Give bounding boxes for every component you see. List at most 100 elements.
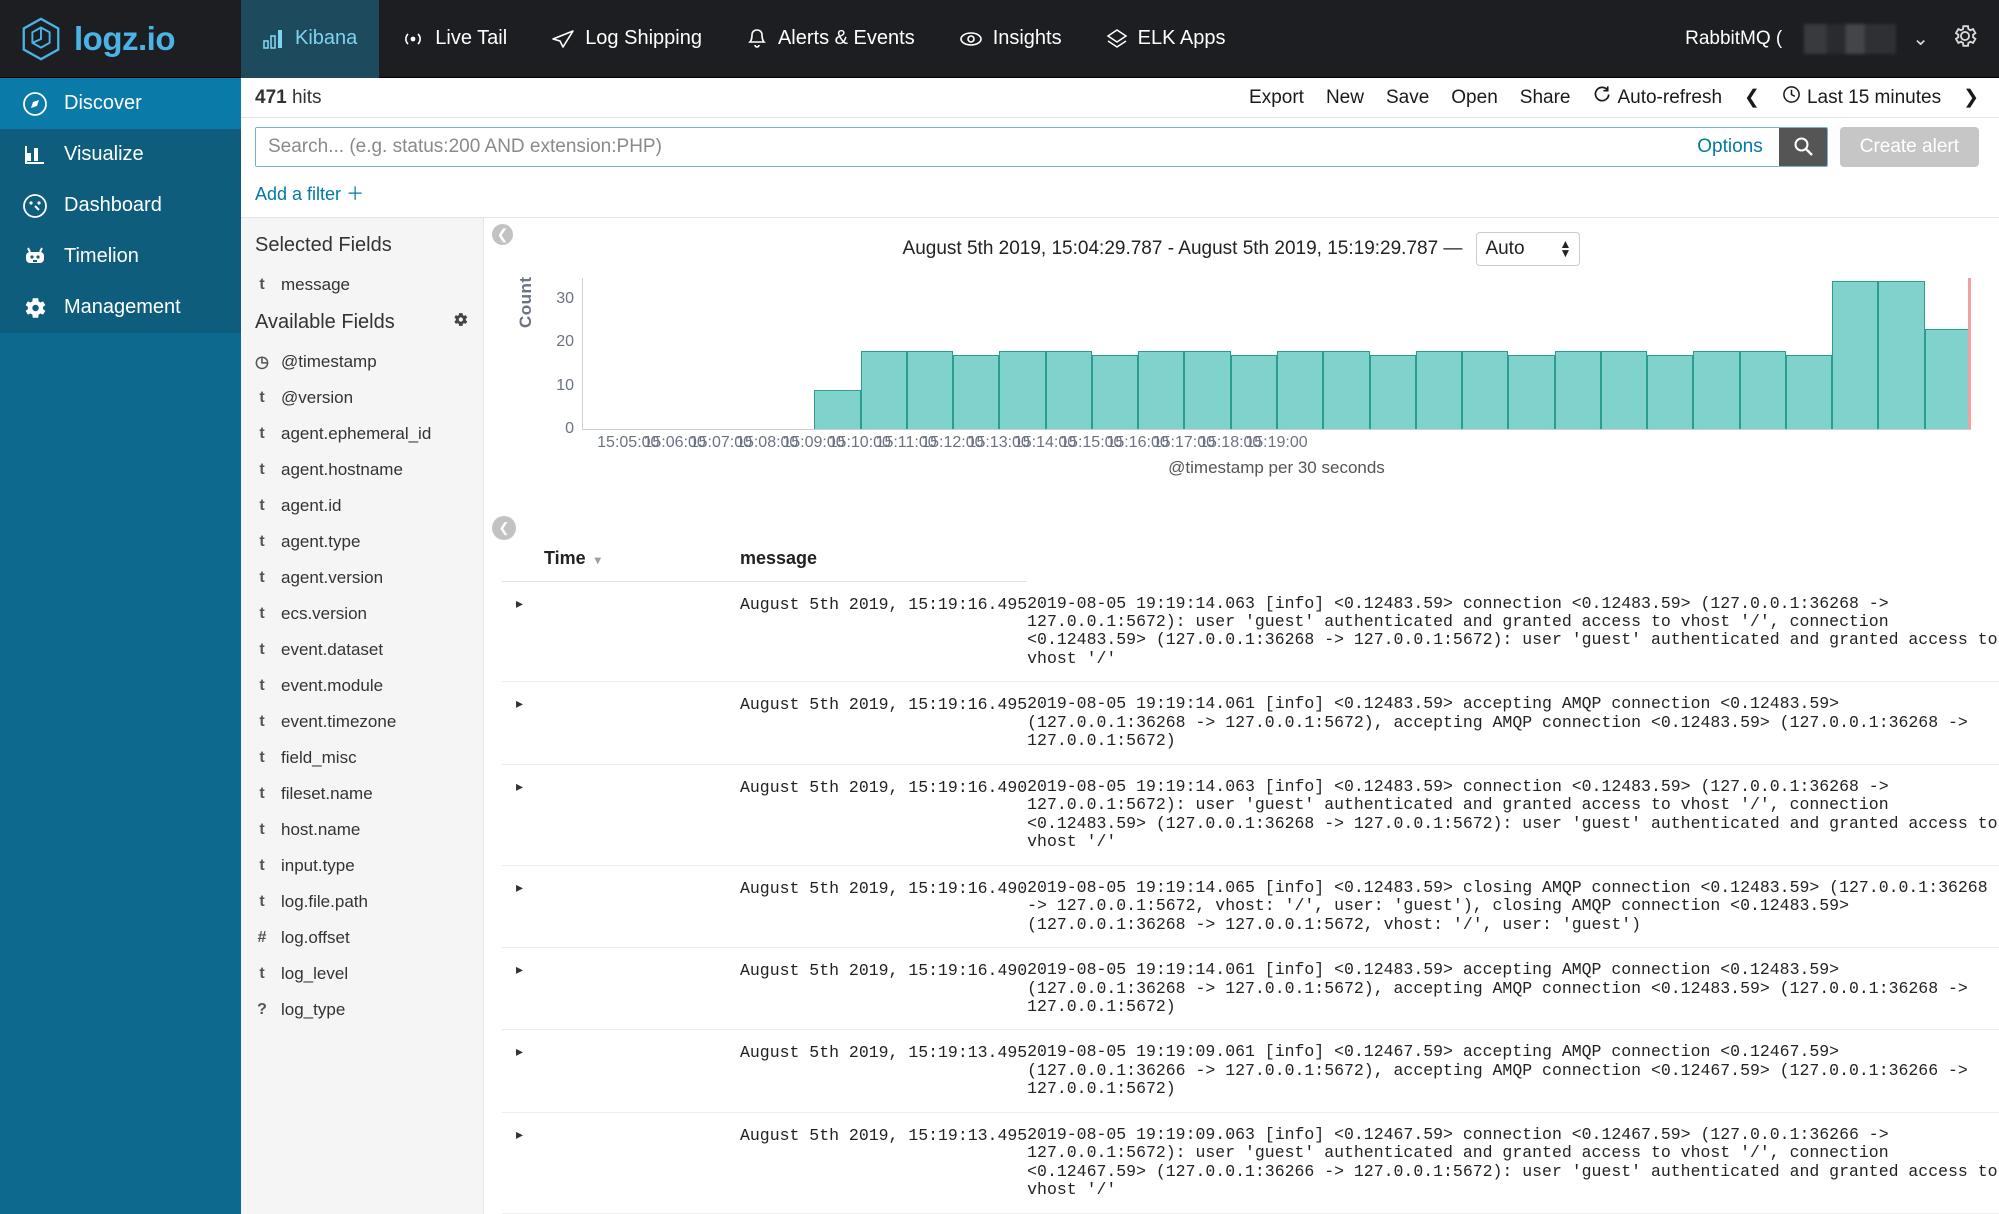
- row-expand-toggle[interactable]: ▸: [502, 681, 740, 765]
- table-row[interactable]: ▸ August 5th 2019, 15:19:16.490 2019-08-05…: [502, 947, 1999, 1031]
- gear-icon[interactable]: [1951, 22, 1979, 55]
- field-item-message[interactable]: t message: [255, 267, 483, 303]
- account-selector[interactable]: RabbitMQ ( ⌄: [1685, 23, 1943, 54]
- nav-item-insights[interactable]: Insights: [937, 0, 1084, 78]
- histogram-bar[interactable]: [1924, 329, 1971, 429]
- time-next-button[interactable]: ❯: [1963, 86, 1979, 109]
- gear-icon[interactable]: [452, 311, 469, 334]
- logzio-brand[interactable]: logz.io: [0, 0, 241, 78]
- auto-refresh-button[interactable]: Auto-refresh: [1592, 85, 1722, 110]
- histogram-bar[interactable]: [1230, 355, 1277, 429]
- table-row[interactable]: ▸ August 5th 2019, 15:19:16.495 2019-08-05…: [502, 581, 1999, 683]
- field-item-event-dataset[interactable]: t event.dataset: [255, 632, 483, 668]
- field-item-ecs-version[interactable]: t ecs.version: [255, 596, 483, 632]
- field-item-agent-id[interactable]: t agent.id: [255, 488, 483, 524]
- field-item-agent-hostname[interactable]: t agent.hostname: [255, 452, 483, 488]
- field-item-agent-version[interactable]: t agent.version: [255, 560, 483, 596]
- table-row[interactable]: ▸ August 5th 2019, 15:19:13.495 2019-08-05…: [502, 1029, 1999, 1113]
- interval-select[interactable]: Auto ▲ ▼: [1476, 232, 1581, 266]
- column-header-message[interactable]: message: [740, 548, 1028, 582]
- row-expand-toggle[interactable]: ▸: [502, 1029, 740, 1113]
- histogram-bar[interactable]: [1739, 350, 1786, 429]
- new-button[interactable]: New: [1326, 87, 1364, 109]
- cell-time: August 5th 2019, 15:19:13.495: [740, 1112, 1028, 1214]
- histogram-bar[interactable]: [860, 350, 907, 429]
- field-item-log-file-path[interactable]: t log.file.path: [255, 884, 483, 920]
- histogram-bar[interactable]: [1091, 355, 1139, 429]
- search-input[interactable]: [256, 128, 1682, 166]
- add-filter-button[interactable]: Add a filter ＋: [255, 184, 364, 204]
- field-item-fileset-name[interactable]: t fileset.name: [255, 776, 483, 812]
- histogram-bar[interactable]: [1415, 350, 1463, 429]
- search-options-button[interactable]: Options: [1681, 136, 1778, 158]
- field-item-field-misc[interactable]: t field_misc: [255, 740, 483, 776]
- row-expand-toggle[interactable]: ▸: [502, 581, 740, 683]
- nav-item-elk-apps[interactable]: ELK Apps: [1084, 0, 1248, 78]
- histogram-bar[interactable]: [1462, 350, 1509, 429]
- histogram-bar[interactable]: [1600, 350, 1648, 429]
- histogram-bars[interactable]: [583, 278, 1971, 429]
- histogram-bar[interactable]: [999, 350, 1046, 429]
- field-item-log-offset[interactable]: # log.offset: [255, 920, 483, 956]
- column-header-time[interactable]: Time ▾: [502, 548, 740, 582]
- histogram-bar[interactable]: [1554, 350, 1601, 429]
- sidebar-item-visualize[interactable]: Visualize: [0, 129, 241, 180]
- histogram-bar[interactable]: [953, 355, 1000, 429]
- histogram-bar[interactable]: [1693, 350, 1740, 429]
- export-button[interactable]: Export: [1249, 87, 1304, 109]
- histogram-bar[interactable]: [1138, 350, 1185, 429]
- histogram-bar[interactable]: [1785, 355, 1833, 429]
- chevron-left-icon[interactable]: ❮: [492, 224, 513, 245]
- field-item--version[interactable]: t @version: [255, 380, 483, 416]
- field-item-event-module[interactable]: t event.module: [255, 668, 483, 704]
- sidebar-item-timelion[interactable]: Timelion: [0, 231, 241, 282]
- nav-item-kibana[interactable]: Kibana: [241, 0, 380, 78]
- row-expand-toggle[interactable]: ▸: [502, 947, 740, 1031]
- table-row[interactable]: ▸ August 5th 2019, 15:19:16.495 2019-08-05…: [502, 681, 1999, 765]
- histogram-bar[interactable]: [1323, 350, 1370, 429]
- time-picker-button[interactable]: Last 15 minutes: [1782, 85, 1941, 110]
- time-prev-button[interactable]: ❮: [1744, 86, 1760, 109]
- row-expand-toggle[interactable]: ▸: [502, 764, 740, 866]
- open-button[interactable]: Open: [1451, 87, 1497, 109]
- histogram-bar[interactable]: [814, 389, 861, 429]
- share-button[interactable]: Share: [1520, 87, 1571, 109]
- table-row[interactable]: ▸ August 5th 2019, 15:19:16.490 2019-08-05…: [502, 865, 1999, 949]
- histogram-bar[interactable]: [1276, 350, 1324, 429]
- field-item-agent-ephemeral-id[interactable]: t agent.ephemeral_id: [255, 416, 483, 452]
- histogram-bar[interactable]: [1878, 281, 1925, 429]
- gear-icon: [22, 295, 48, 321]
- sidebar-item-discover[interactable]: Discover: [0, 78, 241, 129]
- row-expand-toggle[interactable]: ▸: [502, 865, 740, 949]
- histogram-bar[interactable]: [1647, 355, 1694, 429]
- save-button[interactable]: Save: [1386, 87, 1429, 109]
- table-row[interactable]: ▸ August 5th 2019, 15:19:16.490 2019-08-05…: [502, 764, 1999, 866]
- row-expand-toggle[interactable]: ▸: [502, 1112, 740, 1214]
- histogram-bar[interactable]: [1184, 350, 1231, 429]
- field-item-agent-type[interactable]: t agent.type: [255, 524, 483, 560]
- search-row: Options Create alert: [241, 118, 1999, 167]
- histogram-bar[interactable]: [1832, 281, 1879, 429]
- field-item-event-timezone[interactable]: t event.timezone: [255, 704, 483, 740]
- field-item-log-level[interactable]: t log_level: [255, 956, 483, 992]
- sidebar-item-dashboard[interactable]: Dashboard: [0, 180, 241, 231]
- field-item-host-name[interactable]: t host.name: [255, 812, 483, 848]
- nav-item-alerts-events[interactable]: Alerts & Events: [724, 0, 937, 78]
- field-item-log-type[interactable]: ? log_type: [255, 992, 483, 1028]
- chevron-down-icon[interactable]: ⌄: [1898, 26, 1943, 51]
- histogram-bar[interactable]: [1508, 355, 1555, 429]
- sidebar-item-management[interactable]: Management: [0, 282, 241, 333]
- search-submit-button[interactable]: [1778, 128, 1827, 166]
- field-item--timestamp[interactable]: ◷ @timestamp: [255, 344, 483, 380]
- nav-item-log-shipping[interactable]: Log Shipping: [529, 0, 724, 78]
- table-row[interactable]: ▸ August 5th 2019, 15:19:13.495 2019-08-05…: [502, 1112, 1999, 1214]
- chevron-up-icon[interactable]: ❮: [492, 516, 516, 540]
- histogram-bar[interactable]: [1369, 355, 1416, 429]
- dashboard-icon: [22, 193, 48, 219]
- histogram-bar[interactable]: [1045, 350, 1092, 429]
- create-alert-button[interactable]: Create alert: [1839, 127, 1979, 167]
- field-item-input-type[interactable]: t input.type: [255, 848, 483, 884]
- nav-item-live-tail[interactable]: Live Tail: [379, 0, 529, 78]
- search-box[interactable]: Options: [255, 127, 1828, 167]
- histogram-bar[interactable]: [906, 350, 954, 429]
